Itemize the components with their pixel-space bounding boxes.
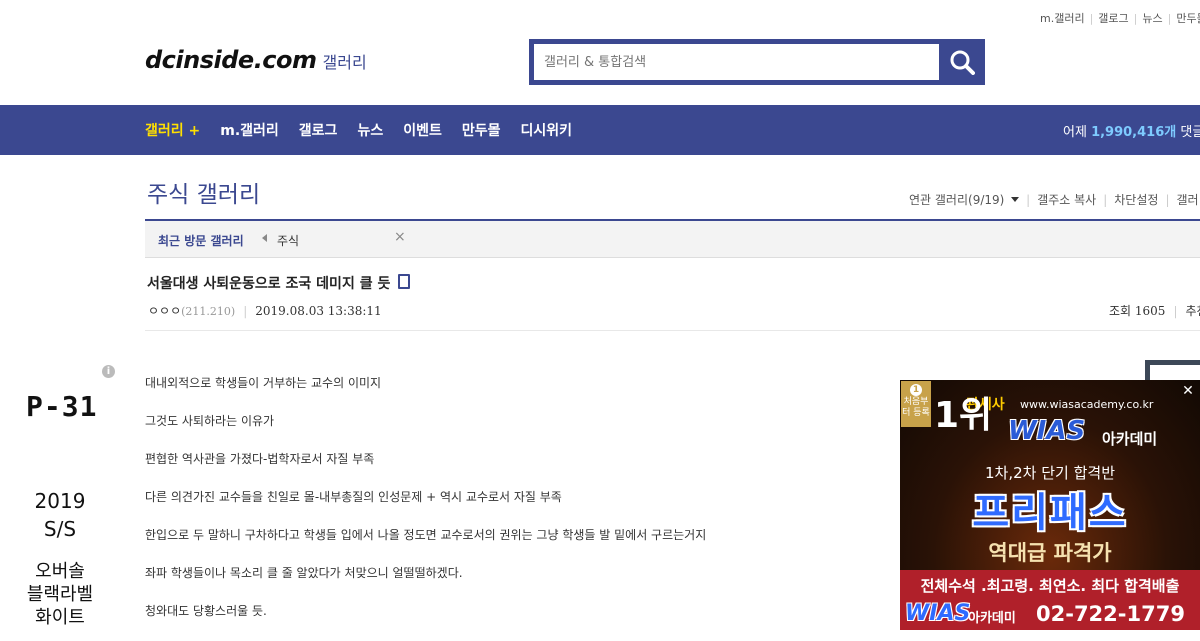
mobile-icon <box>398 274 411 289</box>
stat-suffix: 댓글 <box>1180 125 1200 140</box>
nav-item-news[interactable]: 뉴스 <box>357 120 383 140</box>
post-date: 2019.08.03 13:38:11 <box>255 304 382 318</box>
nav-item-wiki[interactable]: 디시위키 <box>520 120 572 140</box>
ad-close-icon[interactable]: ✕ <box>1180 383 1196 399</box>
post-title-text: 서울대생 사퇴운동으로 조국 데미지 클 듯 <box>147 276 391 292</box>
gallery-title[interactable]: 주식 갤러리 <box>147 175 260 209</box>
ad-line-text: 전체수석 .최고령. 최연소. 최다 합격배출 <box>920 577 1180 595</box>
ad-info-icon[interactable]: i <box>102 365 115 378</box>
nav-item-mall[interactable]: 만두몰 <box>462 120 501 140</box>
post-paragraph: 다른 의견가진 교수들을 친일로 몰-내부총질의 인성문제 + 역시 교수로서 … <box>145 490 562 504</box>
util-link-news[interactable]: 뉴스 <box>1142 12 1162 25</box>
nav-item-event[interactable]: 이벤트 <box>403 120 442 140</box>
nav-item-mgallery[interactable]: m.갤러리 <box>220 120 279 140</box>
ad-course-name: 프리패스 <box>972 490 1128 536</box>
nav-item-gallog[interactable]: 갤로그 <box>299 120 338 140</box>
post-divider <box>145 330 1200 331</box>
ad-rank: 1위 <box>934 395 993 436</box>
logo-section: 갤러리 <box>322 53 367 72</box>
ad-season: 2019 S/S <box>0 487 120 543</box>
logo-brand: dcinside.com <box>145 46 317 74</box>
ad-phone: 02-722-1779 <box>1036 602 1185 626</box>
info-separator: | <box>243 304 248 318</box>
post-author-ip: (211.210) <box>181 305 236 318</box>
util-links: m.갤러리 | 갤로그 | 뉴스 | 만두몰 <box>1040 10 1200 26</box>
ad-season-term: S/S <box>43 517 77 541</box>
tools-separator: | <box>1165 193 1170 207</box>
stat-prefix: 어제 <box>1063 125 1087 140</box>
prev-arrow-icon[interactable] <box>262 234 267 242</box>
ad-name-line: 블랙라벨 <box>26 584 94 605</box>
ad-season-year: 2019 <box>34 489 86 513</box>
ad-brand-small: WIAS <box>905 601 971 626</box>
search-box <box>534 44 939 80</box>
post-recommend: 추천 <box>1185 304 1200 318</box>
post-title: 서울대생 사퇴운동으로 조국 데미지 클 듯 <box>147 273 411 293</box>
tools-separator: | <box>1026 193 1031 207</box>
post-paragraph: 그것도 사퇴하라는 이유가 <box>145 414 275 428</box>
ad-badge-text: 처음부터 등록 <box>902 397 930 418</box>
nav-stat: 어제 1,990,416개 댓글 <box>1063 121 1200 140</box>
post-paragraph: 한입으로 두 말하니 구차하다고 학생들 입에서 나올 정도면 교수로서의 권위… <box>145 528 707 542</box>
search-icon <box>950 50 975 75</box>
count-separator: | <box>1173 304 1178 318</box>
ad-product-code: P-31 <box>26 390 98 423</box>
recent-visits-label[interactable]: 최근 방문 갤러리 <box>158 232 244 249</box>
copy-address-button[interactable]: 갤주소 복사 <box>1037 193 1096 207</box>
ad-name-line: 화이트 <box>35 607 85 628</box>
ad-academy: 아카데미 <box>1102 430 1158 448</box>
side-widget-edge <box>1145 360 1200 382</box>
post-author[interactable]: ㅇㅇㅇ <box>148 304 181 318</box>
related-gallery-label: 연관 갤러리(9/19) <box>909 193 1005 207</box>
post-views: 조회 1605 <box>1109 304 1166 318</box>
util-link-mgallery[interactable]: m.갤러리 <box>1040 12 1085 25</box>
related-gallery-dropdown[interactable]: 연관 갤러리(9/19) <box>909 193 1020 207</box>
left-side-ad[interactable]: i P-31 2019 S/S 오버솔 블랙라벨 화이트 <box>0 360 120 630</box>
stat-value: 1,990,416개 <box>1091 125 1177 140</box>
ad-record: 역대급 파격가 <box>988 541 1112 565</box>
post-paragraph: 편협한 역사관을 가졌다-법학자로서 자질 부족 <box>145 452 375 466</box>
caret-down-icon <box>1011 197 1020 202</box>
tools-separator: | <box>1103 193 1108 207</box>
ad-name-line: 오버솔 <box>35 561 85 582</box>
gallery-tools: 연관 갤러리(9/19) | 갤주소 복사 | 차단설정 | 갤러 <box>909 191 1199 208</box>
util-separator: | <box>1089 12 1094 25</box>
util-link-mall[interactable]: 만두몰 <box>1176 12 1200 25</box>
nav-menu: 갤러리 + m.갤러리 갤로그 뉴스 이벤트 만두몰 디시위키 <box>145 105 592 155</box>
post-content: 대내외적으로 학생들이 거부하는 교수의 이미지 그것도 사퇴하라는 이유가 편… <box>145 375 706 641</box>
post-info: ㅇㅇㅇ(211.210) | 2019.08.03 13:38:11 <box>148 302 382 319</box>
ad-brand: WIAS <box>1008 416 1086 446</box>
close-icon[interactable]: × <box>394 229 406 245</box>
util-separator: | <box>1167 12 1172 25</box>
block-settings-button[interactable]: 차단설정 <box>1114 193 1158 207</box>
ad-product-name: 오버솔 블랙라벨 화이트 <box>0 560 120 629</box>
search-button[interactable] <box>939 39 985 85</box>
ad-badge: 1 처음부터 등록 <box>901 381 931 427</box>
search-bar <box>529 39 985 85</box>
post-paragraph: 대내외적으로 학생들이 거부하는 교수의 이미지 <box>145 376 382 390</box>
ad-url: www.wiasacademy.co.kr <box>1020 398 1154 411</box>
util-link-gallog[interactable]: 갤로그 <box>1098 12 1128 25</box>
recent-visits-bar: 최근 방문 갤러리 주식 × <box>145 221 1200 258</box>
site-logo[interactable]: dcinside.com 갤러리 <box>145 46 367 74</box>
util-separator: | <box>1133 12 1138 25</box>
ad-banner-line: 전체수석 .최고령. 최연소. 최다 합격배출 <box>900 570 1200 600</box>
post-paragraph: 좌파 학생들이나 목소리 클 줄 알았다가 처맞으니 얼떨떨하겠다. <box>145 566 463 580</box>
gallery-tool-more[interactable]: 갤러 <box>1176 193 1198 207</box>
ad-contact-bar: WIAS 아카데미 02-722-1779 <box>900 600 1200 630</box>
main-nav: 갤러리 + m.갤러리 갤로그 뉴스 이벤트 만두몰 디시위키 어제 1,990… <box>0 105 1200 155</box>
nav-item-gallery[interactable]: 갤러리 + <box>145 120 200 140</box>
ad-academy-small: 아카데미 <box>968 611 1016 626</box>
search-input[interactable] <box>534 44 939 80</box>
recent-visit-item[interactable]: 주식 <box>277 232 299 249</box>
post-counts: 조회 1605 | 추천 <box>1109 302 1200 319</box>
badge-icon: 1 <box>910 384 922 396</box>
post-paragraph: 청와대도 당황스러울 듯. <box>145 604 267 618</box>
banner-ad[interactable]: 1 처음부터 등록 관세사 www.wiasacademy.co.kr 1위 WI… <box>900 380 1200 630</box>
